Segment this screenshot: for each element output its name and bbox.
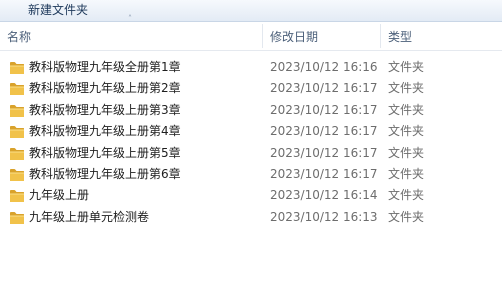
- folder-icon: [9, 167, 25, 182]
- file-name: 教科版物理九年级上册第3章: [29, 102, 181, 117]
- sort-ascending-icon: ˄: [128, 14, 132, 23]
- file-row[interactable]: 教科版物理九年级上册第6章 2023/10/12 16:17 文件夹: [0, 164, 502, 185]
- new-folder-button[interactable]: 新建文件夹: [26, 1, 90, 19]
- file-type: 文件夹: [388, 60, 425, 74]
- file-name: 九年级上册: [29, 188, 90, 203]
- folder-icon: [9, 60, 25, 75]
- file-type: 文件夹: [388, 166, 425, 181]
- file-name: 教科版物理九年级上册第2章: [29, 81, 181, 96]
- command-bar: 新建文件夹: [0, 0, 502, 22]
- file-type: 文件夹: [388, 209, 425, 224]
- file-modified-date: 2023/10/12 16:17: [270, 166, 378, 181]
- file-name: 教科版物理九年级上册第4章: [29, 124, 181, 139]
- file-row[interactable]: 教科版物理九年级上册第5章 2023/10/12 16:17 文件夹: [0, 143, 502, 164]
- file-modified-date: 2023/10/12 16:17: [270, 124, 378, 139]
- file-row[interactable]: 教科版物理九年级上册第3章 2023/10/12 16:17 文件夹: [0, 100, 502, 121]
- column-header-name[interactable]: 名称 ˄: [0, 14, 263, 50]
- column-header-bar: 名称 ˄ 修改日期 类型: [0, 14, 502, 51]
- file-type: 文件夹: [388, 124, 425, 139]
- column-header-name-label: 名称: [7, 30, 32, 44]
- folder-icon: [9, 103, 25, 118]
- file-name: 九年级上册单元检测卷: [29, 209, 150, 224]
- folder-icon: [9, 210, 25, 225]
- file-modified-date: 2023/10/12 16:17: [270, 145, 378, 160]
- column-header-type-label: 类型: [388, 30, 413, 44]
- file-modified-date: 2023/10/12 16:17: [270, 102, 378, 117]
- file-modified-date: 2023/10/12 16:17: [270, 81, 378, 96]
- file-type: 文件夹: [388, 81, 425, 96]
- file-name: 教科版物理九年级全册第1章: [29, 60, 181, 74]
- column-header-date[interactable]: 修改日期: [263, 22, 381, 50]
- file-type: 文件夹: [388, 188, 425, 203]
- file-name: 教科版物理九年级上册第5章: [29, 145, 181, 160]
- file-row[interactable]: 教科版物理九年级上册第2章 2023/10/12 16:17 文件夹: [0, 78, 502, 99]
- file-type: 文件夹: [388, 102, 425, 117]
- column-header-date-label: 修改日期: [270, 30, 319, 44]
- file-row[interactable]: 教科版物理九年级全册第1章 2023/10/12 16:16 文件夹: [0, 57, 502, 78]
- file-modified-date: 2023/10/12 16:13: [270, 209, 378, 224]
- folder-icon: [9, 81, 25, 96]
- file-modified-date: 2023/10/12 16:16: [270, 60, 378, 74]
- file-row[interactable]: 教科版物理九年级上册第4章 2023/10/12 16:17 文件夹: [0, 121, 502, 142]
- file-row[interactable]: 九年级上册单元检测卷 2023/10/12 16:13 文件夹: [0, 207, 502, 228]
- column-header-type[interactable]: 类型: [381, 22, 502, 50]
- file-row[interactable]: 九年级上册 2023/10/12 16:14 文件夹: [0, 185, 502, 206]
- folder-icon: [9, 188, 25, 203]
- folder-icon: [9, 124, 25, 139]
- file-type: 文件夹: [388, 145, 425, 160]
- file-list: 教科版物理九年级全册第1章 2023/10/12 16:16 文件夹 教科版物理九年级…: [0, 57, 502, 228]
- folder-icon: [9, 146, 25, 161]
- file-name: 教科版物理九年级上册第6章: [29, 166, 181, 181]
- file-modified-date: 2023/10/12 16:14: [270, 188, 378, 203]
